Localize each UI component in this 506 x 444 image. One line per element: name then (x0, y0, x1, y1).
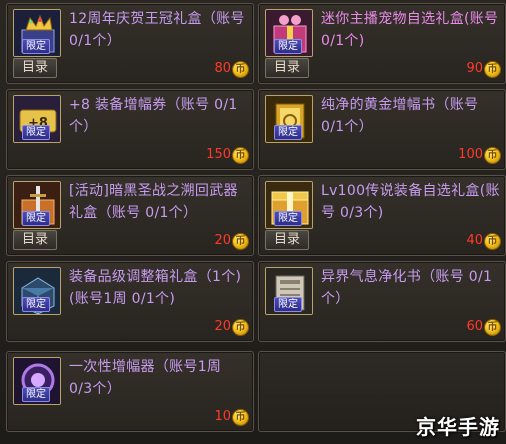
limited-badge: 限定 (22, 125, 50, 140)
item-title: 装备品级调整箱礼盒（1个)(账号1周 0/1个) (69, 269, 242, 307)
coin-icon: 币 (232, 319, 249, 336)
item-price: 20 (214, 233, 231, 248)
item-title: [活动]暗黑圣战之溯回武器礼盒（账号 0/1个） (69, 183, 238, 221)
watermark-logo: 京华手游 (416, 415, 500, 439)
coin-icon: 币 (232, 409, 249, 426)
grade-box-icon: 限定 (13, 267, 61, 315)
coin-icon: 币 (484, 61, 501, 78)
limited-badge: 限定 (22, 39, 50, 54)
shop-item-card[interactable]: 限定 [活动]暗黑圣战之溯回武器礼盒（账号 0/1个） 目录 20 币 (6, 175, 254, 256)
item-price: 40 (466, 233, 483, 248)
catalog-button[interactable]: 目录 (13, 230, 57, 250)
shop-item-card[interactable]: 限定 12周年庆贺王冠礼盒（账号 0/1个） 目录 80 币 (6, 3, 254, 84)
shop-item-card[interactable]: +8 限定 +8 装备增幅券（账号 0/1个） 150 币 (6, 89, 254, 170)
shop-item-card[interactable]: 限定 Lv100传说装备自选礼盒(账号 0/3个) 目录 40 币 (258, 175, 506, 256)
coin-icon: 币 (232, 233, 249, 250)
gold-amplify-book-icon: 限定 (265, 95, 313, 143)
weapon-gift-box-icon: 限定 (13, 181, 61, 229)
pet-gift-box-icon: 限定 (265, 9, 313, 57)
shop-item-card[interactable]: 限定 纯净的黄金增幅书（账号 0/1个） 100 币 (258, 89, 506, 170)
item-title: 异界气息净化书（账号 0/1个） (321, 269, 493, 307)
purify-book-icon: 限定 (265, 267, 313, 315)
legendary-gift-box-icon: 限定 (265, 181, 313, 229)
shop-item-card[interactable]: 限定 异界气息净化书（账号 0/1个） 60 币 (258, 261, 506, 342)
item-title: 迷你主播宠物自选礼盒(账号 0/1个) (321, 11, 499, 49)
item-price: 60 (466, 319, 483, 334)
item-price: 150 (206, 147, 231, 162)
coin-icon: 币 (484, 147, 501, 164)
limited-badge: 限定 (274, 211, 302, 226)
amplify-ticket-icon: +8 限定 (13, 95, 61, 143)
item-title: Lv100传说装备自选礼盒(账号 0/3个) (321, 183, 500, 221)
catalog-button[interactable]: 目录 (265, 230, 309, 250)
item-price: 80 (214, 61, 231, 76)
item-price: 100 (458, 147, 483, 162)
shop-item-card[interactable]: 限定 装备品级调整箱礼盒（1个)(账号1周 0/1个) 20 币 (6, 261, 254, 342)
catalog-button[interactable]: 目录 (265, 58, 309, 78)
shop-item-card[interactable]: 限定 一次性增幅器（账号1周 0/3个） 10 币 (6, 351, 254, 432)
coin-icon: 币 (484, 233, 501, 250)
limited-badge: 限定 (22, 211, 50, 226)
catalog-button[interactable]: 目录 (13, 58, 57, 78)
limited-badge: 限定 (22, 387, 50, 402)
limited-badge: 限定 (274, 39, 302, 54)
item-price: 90 (466, 61, 483, 76)
item-title: +8 装备增幅券（账号 0/1个） (69, 97, 238, 135)
item-title: 12周年庆贺王冠礼盒（账号 0/1个） (69, 11, 245, 49)
item-title: 一次性增幅器（账号1周 0/3个） (69, 359, 222, 397)
limited-badge: 限定 (274, 297, 302, 312)
coin-icon: 币 (232, 147, 249, 164)
item-price: 20 (214, 319, 231, 334)
coin-icon: 币 (232, 61, 249, 78)
crown-gift-box-icon: 限定 (13, 9, 61, 57)
item-price: 10 (214, 409, 231, 424)
amplifier-icon: 限定 (13, 357, 61, 405)
item-title: 纯净的黄金增幅书（账号 0/1个） (321, 97, 479, 135)
coin-icon: 币 (484, 319, 501, 336)
shop-item-card[interactable]: 限定 迷你主播宠物自选礼盒(账号 0/1个) 目录 90 币 (258, 3, 506, 84)
limited-badge: 限定 (22, 297, 50, 312)
limited-badge: 限定 (274, 125, 302, 140)
